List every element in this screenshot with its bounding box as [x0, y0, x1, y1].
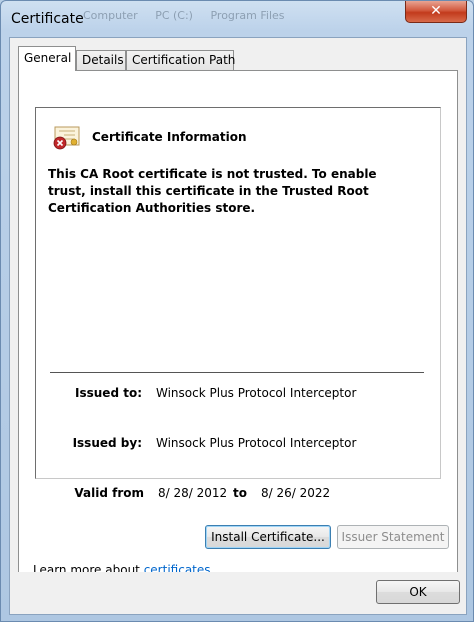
- close-button[interactable]: ✕: [405, 1, 467, 23]
- dialog-client-area: General Details Certification Path Certi…: [9, 37, 467, 615]
- background-crumb: Computer: [83, 9, 138, 22]
- valid-to-value: 8/ 26/ 2022: [261, 486, 331, 500]
- tab-details[interactable]: Details: [76, 50, 126, 70]
- install-certificate-button[interactable]: Install Certificate...: [205, 525, 331, 549]
- info-divider: [50, 372, 424, 373]
- certificate-error-icon: [53, 126, 80, 150]
- tab-general[interactable]: General: [18, 46, 76, 71]
- background-crumb: PC (C:): [155, 9, 193, 22]
- certificate-info-box: Certificate Information This CA Root cer…: [35, 107, 441, 500]
- issuer-statement-button[interactable]: Issuer Statement: [337, 525, 449, 549]
- general-tab-panel: Certificate Information This CA Root cer…: [18, 70, 458, 606]
- title-bar[interactable]: Certificate Computer PC (C:) Program Fil…: [1, 1, 473, 37]
- dialog-button-bar: OK: [10, 572, 466, 614]
- close-icon: ✕: [430, 3, 442, 19]
- issued-to-label: Issued to:: [75, 386, 142, 400]
- tab-certification-path[interactable]: Certification Path: [126, 50, 235, 70]
- issued-by-label: Issued by:: [72, 436, 142, 450]
- valid-to-label: to: [233, 486, 247, 500]
- background-breadcrumb: Computer PC (C:) Program Files: [83, 9, 383, 29]
- trust-warning-message: This CA Root certificate is not trusted.…: [48, 167, 377, 215]
- window-title: Certificate: [11, 11, 84, 27]
- ok-button[interactable]: OK: [376, 580, 460, 604]
- valid-from-value: 8/ 28/ 2012: [158, 486, 228, 500]
- background-crumb: Program Files: [210, 9, 285, 22]
- valid-from-label: Valid from: [74, 486, 144, 500]
- issued-by-value: Winsock Plus Protocol Interceptor: [156, 436, 357, 450]
- certificate-info-heading: Certificate Information: [92, 130, 247, 144]
- certificate-window: Certificate Computer PC (C:) Program Fil…: [0, 0, 474, 622]
- issued-to-value: Winsock Plus Protocol Interceptor: [156, 386, 357, 400]
